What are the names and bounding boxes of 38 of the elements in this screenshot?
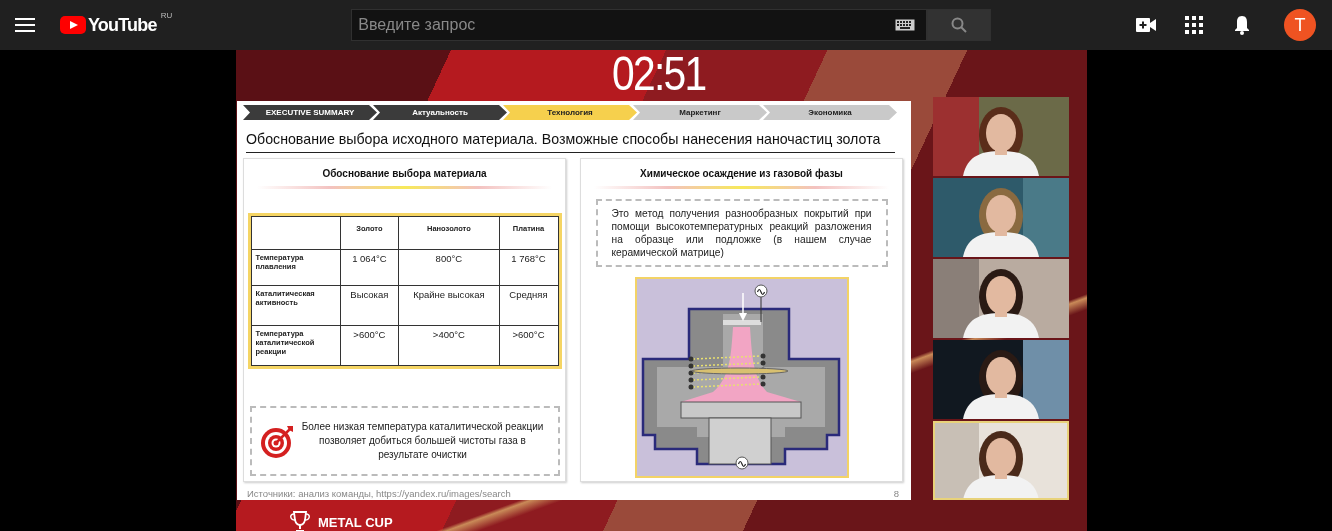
- section-step: Технология: [503, 105, 637, 120]
- target-icon: [259, 423, 296, 459]
- search-button[interactable]: [927, 9, 992, 41]
- account-avatar[interactable]: T: [1284, 9, 1316, 41]
- section-step: EXECUTIVE SUMMARY: [243, 105, 377, 120]
- keyboard-icon[interactable]: [895, 19, 916, 31]
- section-step: Экономика: [763, 105, 897, 120]
- region-label: RU: [160, 10, 173, 20]
- trophy-icon: [288, 510, 312, 531]
- section-step: Маркетинг: [633, 105, 767, 120]
- table-cell: 1 768°C: [499, 249, 558, 286]
- table-cell: 800°C: [398, 249, 499, 286]
- sources-text: Источники: анализ команды, https://yandex.ru/images/search: [247, 488, 511, 499]
- apps-button[interactable]: [1182, 13, 1206, 37]
- table-cell: >600°C: [340, 325, 399, 366]
- apps-grid-icon: [1185, 16, 1203, 34]
- search-field[interactable]: Введите запрос: [351, 9, 928, 41]
- panel-heading: Химическое осаждение из газовой фазы: [640, 168, 843, 179]
- table-cell: Крайне высокая: [398, 285, 499, 326]
- bell-icon: [1234, 15, 1250, 35]
- panel-heading: Обоснование выбора материала: [322, 168, 487, 179]
- table-cell: >600°C: [499, 325, 558, 366]
- definition-text: Это метод получения разнообразных покрытий при помощи высокотемпературных реакций разложения на образце или подложке (в нашем случае керамической матрице): [595, 199, 888, 267]
- table-cell: 1 064°C: [340, 249, 399, 286]
- slide-title: Обоснование выбора исходного материала. Возможные способы нанесения наночастиц золота: [246, 131, 882, 147]
- table-cell: Высокая: [340, 285, 399, 326]
- logo-text[interactable]: YouTube: [88, 14, 157, 36]
- page-number: 8: [893, 488, 899, 499]
- note-text: Более низкая температура каталитической реакции позволяет добиться большей чистоты газа в результате очистки: [300, 420, 545, 462]
- search-icon: [951, 17, 968, 33]
- brand-name: METAL CUP: [318, 514, 393, 530]
- menu-icon: [15, 18, 35, 32]
- countdown-timer: 02:51: [612, 50, 706, 98]
- video-camera-icon: [1136, 18, 1156, 32]
- table-cell: >400°C: [398, 325, 499, 366]
- play-logo-icon[interactable]: [60, 16, 86, 34]
- section-step: Актуальность: [373, 105, 507, 120]
- table-cell: Средняя: [499, 285, 558, 326]
